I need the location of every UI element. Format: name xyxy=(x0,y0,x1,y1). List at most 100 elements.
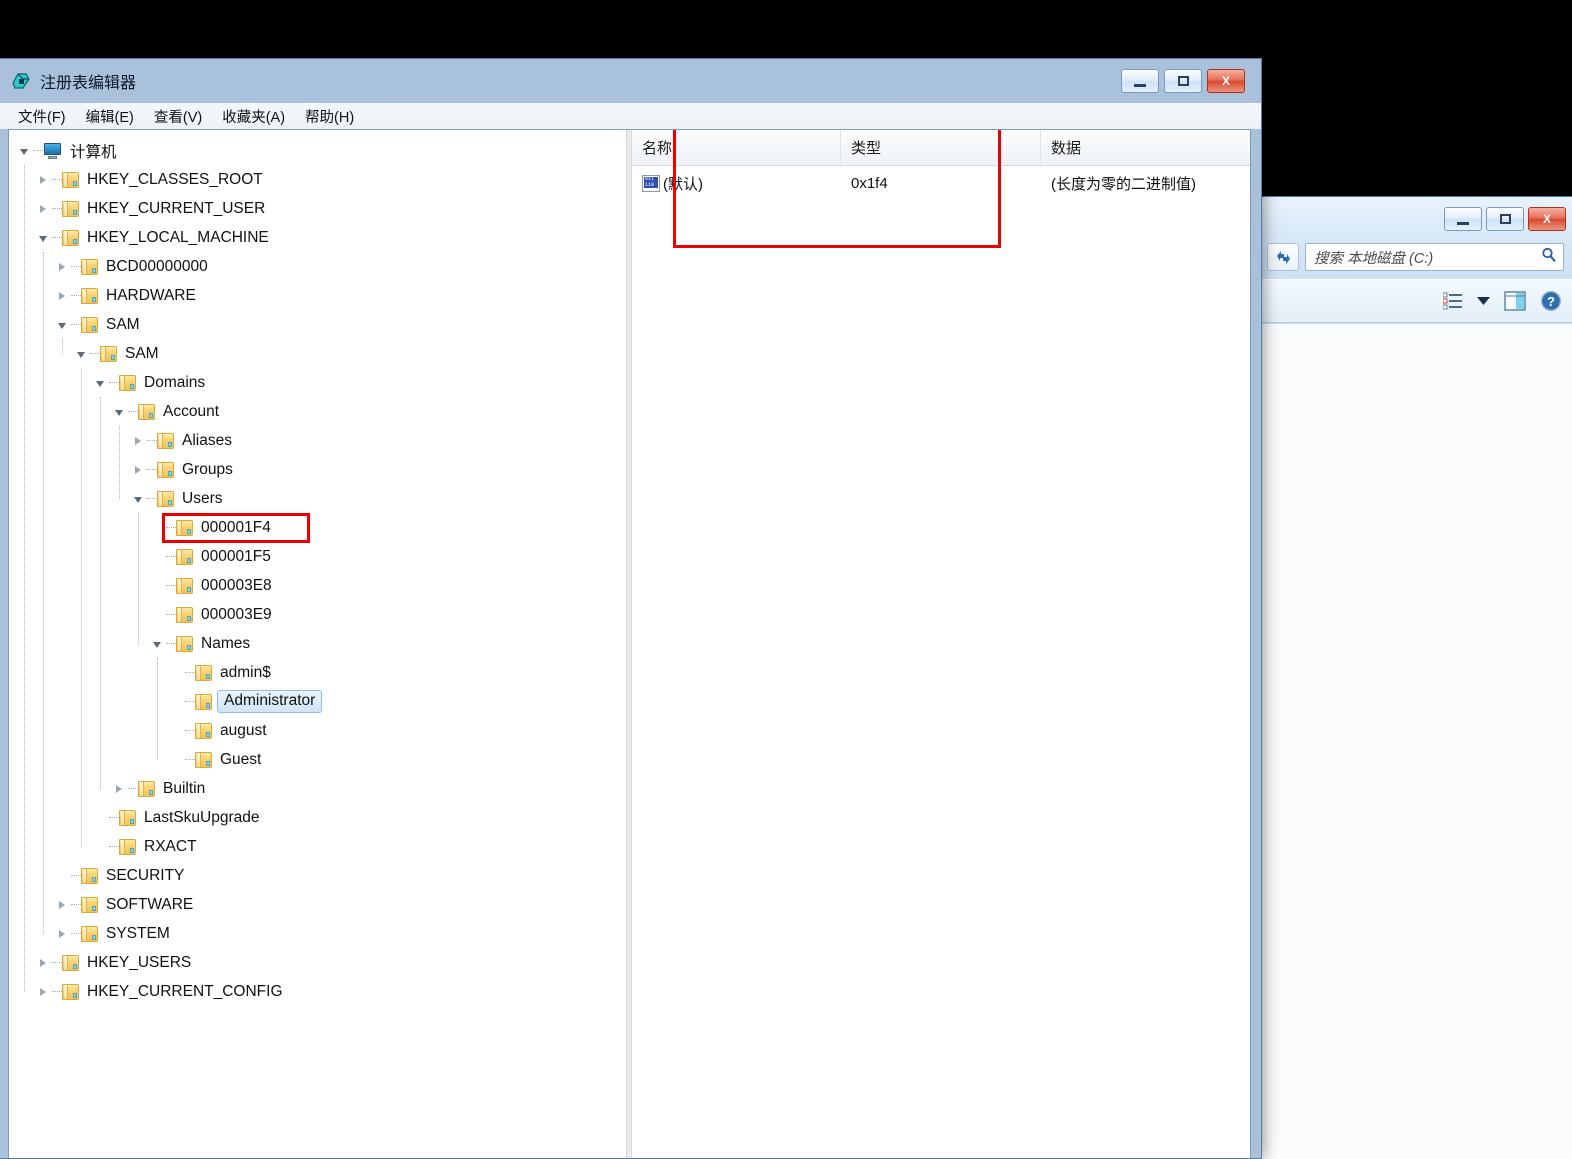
tree-item-builtin[interactable]: Builtin xyxy=(9,774,626,803)
registry-editor-window[interactable]: 注册表编辑器 X 文件(F) 编辑(E) 查看(V) 收藏夹(A) 帮助(H) … xyxy=(0,58,1262,1159)
tree-item-sam[interactable]: SAM xyxy=(9,339,626,368)
tree-item-sam[interactable]: SAM xyxy=(9,310,626,339)
explorer-window-controls[interactable]: X xyxy=(1444,207,1566,231)
menu-view[interactable]: 查看(V) xyxy=(146,104,214,129)
registry-tree[interactable]: 计算机 HKEY_CLASSES_ROOT HKEY_CURRENT_USER HKE… xyxy=(9,130,626,1006)
chevron-right-icon[interactable] xyxy=(129,426,147,455)
chevron-down-icon[interactable] xyxy=(110,397,128,426)
tree-item-label: 000001F4 xyxy=(201,518,271,536)
chevron-right-icon[interactable] xyxy=(129,455,147,484)
tree-item-account[interactable]: Account xyxy=(9,397,626,426)
folder-icon xyxy=(81,316,98,333)
tree-leaf-spacer xyxy=(148,600,166,629)
help-icon[interactable]: ? xyxy=(1540,287,1562,315)
tree-item-label: HKEY_CURRENT_CONFIG xyxy=(87,982,283,1000)
explorer-toolbar-icons[interactable]: ? xyxy=(1443,287,1562,315)
tree-item--[interactable]: 计算机 xyxy=(9,136,626,165)
chevron-right-icon[interactable] xyxy=(53,252,71,281)
tree-item-domains[interactable]: Domains xyxy=(9,368,626,397)
tree-item-hkey-users[interactable]: HKEY_USERS xyxy=(9,948,626,977)
chevron-right-icon[interactable] xyxy=(34,165,52,194)
tree-item-hkey-current-user[interactable]: HKEY_CURRENT_USER xyxy=(9,194,626,223)
explorer-titlebar[interactable]: X xyxy=(1259,197,1572,239)
tree-item-000003e9[interactable]: 000003E9 xyxy=(9,600,626,629)
registry-values-pane[interactable]: 名称 类型 数据 011 110 (默认) 0x1f4 (长度为零的二进制值) xyxy=(632,130,1250,1158)
folder-icon xyxy=(195,751,212,768)
chevron-down-icon[interactable] xyxy=(34,223,52,252)
tree-item-names[interactable]: Names xyxy=(9,629,626,658)
file-explorer-window[interactable]: X 搜索 本地磁盘 (C:) ? xyxy=(1258,196,1572,1159)
tree-item-000003e8[interactable]: 000003E8 xyxy=(9,571,626,600)
tree-connector xyxy=(166,527,176,528)
chevron-right-icon[interactable] xyxy=(34,977,52,1006)
chevron-down-icon[interactable] xyxy=(15,136,33,165)
regedit-maximize-button[interactable] xyxy=(1164,69,1202,93)
menu-bar[interactable]: 文件(F) 编辑(E) 查看(V) 收藏夹(A) 帮助(H) xyxy=(0,103,1261,129)
tree-item-administrator[interactable]: Administrator xyxy=(9,687,626,716)
tree-leaf-spacer xyxy=(148,513,166,542)
explorer-content-area xyxy=(1259,323,1572,1159)
tree-item-software[interactable]: SOFTWARE xyxy=(9,890,626,919)
registry-tree-pane[interactable]: 计算机 HKEY_CLASSES_ROOT HKEY_CURRENT_USER HKE… xyxy=(9,130,626,1158)
menu-help[interactable]: 帮助(H) xyxy=(297,104,366,129)
values-list-body[interactable]: 011 110 (默认) 0x1f4 (长度为零的二进制值) xyxy=(632,166,1250,200)
menu-edit[interactable]: 编辑(E) xyxy=(78,104,146,129)
regedit-minimize-button[interactable] xyxy=(1121,69,1159,93)
tree-item-groups[interactable]: Groups xyxy=(9,455,626,484)
tree-item-system[interactable]: SYSTEM xyxy=(9,919,626,948)
menu-favorites[interactable]: 收藏夹(A) xyxy=(214,104,297,129)
chevron-right-icon[interactable] xyxy=(34,948,52,977)
tree-item-hkey-current-config[interactable]: HKEY_CURRENT_CONFIG xyxy=(9,977,626,1006)
column-header-type[interactable]: 类型 xyxy=(841,130,1041,165)
tree-item-users[interactable]: Users xyxy=(9,484,626,513)
explorer-search-box[interactable]: 搜索 本地磁盘 (C:) xyxy=(1305,243,1564,271)
tree-item-guest[interactable]: Guest xyxy=(9,745,626,774)
explorer-maximize-button[interactable] xyxy=(1486,207,1524,231)
view-options-icon[interactable] xyxy=(1443,287,1463,315)
chevron-right-icon[interactable] xyxy=(53,890,71,919)
chevron-right-icon[interactable] xyxy=(34,194,52,223)
tree-connector xyxy=(52,179,62,180)
chevron-down-icon[interactable] xyxy=(148,629,166,658)
chevron-down-icon[interactable] xyxy=(53,310,71,339)
preview-pane-icon[interactable] xyxy=(1504,287,1526,315)
tree-item-hardware[interactable]: HARDWARE xyxy=(9,281,626,310)
explorer-close-button[interactable]: X xyxy=(1528,207,1566,231)
tree-item-bcd00000000[interactable]: BCD00000000 xyxy=(9,252,626,281)
chevron-down-icon[interactable] xyxy=(72,339,90,368)
tree-item-security[interactable]: SECURITY xyxy=(9,861,626,890)
values-list-header[interactable]: 名称 类型 数据 xyxy=(632,130,1250,166)
tree-item-rxact[interactable]: RXACT xyxy=(9,832,626,861)
values-row[interactable]: 011 110 (默认) 0x1f4 (长度为零的二进制值) xyxy=(632,166,1250,200)
tree-item-label: SYSTEM xyxy=(106,924,170,942)
tree-item-hkey-classes-root[interactable]: HKEY_CLASSES_ROOT xyxy=(9,165,626,194)
menu-file[interactable]: 文件(F) xyxy=(10,104,78,129)
explorer-minimize-button[interactable] xyxy=(1444,207,1482,231)
regedit-window-controls[interactable]: X xyxy=(1121,69,1245,93)
chevron-down-icon[interactable] xyxy=(129,484,147,513)
tree-item-august[interactable]: august xyxy=(9,716,626,745)
tree-item-aliases[interactable]: Aliases xyxy=(9,426,626,455)
chevron-down-icon[interactable] xyxy=(1477,287,1490,315)
tree-item-lastskuupgrade[interactable]: LastSkuUpgrade xyxy=(9,803,626,832)
tree-connector xyxy=(71,904,81,905)
chevron-right-icon[interactable] xyxy=(110,774,128,803)
tree-connector xyxy=(71,875,81,876)
column-header-name[interactable]: 名称 xyxy=(632,130,841,165)
explorer-toolbar[interactable]: ? xyxy=(1259,279,1572,323)
tree-item-000001f5[interactable]: 000001F5 xyxy=(9,542,626,571)
regedit-close-button[interactable]: X xyxy=(1207,69,1245,93)
tree-item-hkey-local-machine[interactable]: HKEY_LOCAL_MACHINE xyxy=(9,223,626,252)
tree-item-000001f4[interactable]: 000001F4 xyxy=(9,513,626,542)
tree-leaf-spacer xyxy=(53,861,71,890)
refresh-icon[interactable] xyxy=(1267,243,1299,271)
chevron-right-icon[interactable] xyxy=(53,919,71,948)
folder-icon xyxy=(62,983,79,1000)
chevron-down-icon[interactable] xyxy=(91,368,109,397)
tree-item-admin-[interactable]: admin$ xyxy=(9,658,626,687)
search-input[interactable]: 搜索 本地磁盘 (C:) xyxy=(1314,247,1539,268)
explorer-address-row[interactable]: 搜索 本地磁盘 (C:) xyxy=(1259,239,1572,279)
column-header-data[interactable]: 数据 xyxy=(1041,130,1250,165)
regedit-titlebar[interactable]: 注册表编辑器 X xyxy=(0,59,1261,103)
chevron-right-icon[interactable] xyxy=(53,281,71,310)
